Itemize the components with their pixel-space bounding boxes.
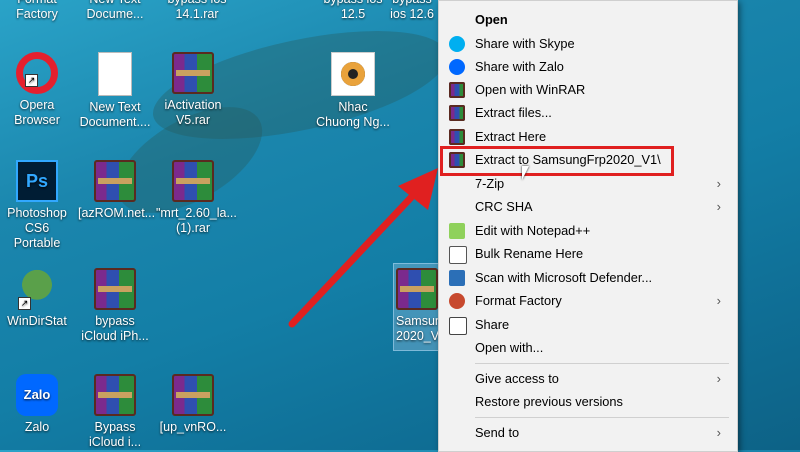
chevron-right-icon: ›: [716, 176, 721, 191]
menu-separator: [475, 417, 729, 418]
menu-item-share-with-skype[interactable]: Share with Skype: [439, 32, 737, 55]
chevron-right-icon: ›: [716, 425, 721, 440]
menu-item-label: CRC SHA: [475, 199, 533, 214]
menu-item-label: Edit with Notepad++: [475, 223, 591, 238]
bulk-rename-icon: [449, 246, 467, 264]
menu-item-label: Share with Zalo: [475, 59, 564, 74]
chevron-right-icon: ›: [716, 371, 721, 386]
menu-item-label: Bulk Rename Here: [475, 246, 584, 261]
menu-item-label: Send to: [475, 425, 520, 440]
menu-item-bulk-rename-here[interactable]: Bulk Rename Here: [439, 242, 737, 265]
menu-item-send-to[interactable]: Send to ›: [439, 421, 737, 444]
menu-item-format-factory[interactable]: Format Factory ›: [439, 289, 737, 312]
chevron-right-icon: ›: [716, 199, 721, 214]
menu-item-open-with-winrar[interactable]: Open with WinRAR: [439, 78, 737, 101]
menu-item-label: Extract Here: [475, 129, 547, 144]
mouse-cursor-icon: [522, 166, 529, 180]
defender-icon: [449, 270, 465, 286]
menu-item-label: Restore previous versions: [475, 394, 623, 409]
menu-item-label: Share with Skype: [475, 36, 575, 51]
menu-item-label: Give access to: [475, 371, 559, 386]
menu-item-label: Scan with Microsoft Defender...: [475, 270, 653, 285]
winrar-icon: [449, 105, 465, 121]
share-icon: [449, 317, 467, 335]
menu-item-share-with-zalo[interactable]: Share with Zalo: [439, 55, 737, 78]
menu-item-extract-files[interactable]: Extract files...: [439, 101, 737, 124]
menu-item-edit-with-notepadpp[interactable]: Edit with Notepad++: [439, 219, 737, 242]
annotation-arrow-shaft: [288, 184, 424, 328]
menu-item-crc-sha[interactable]: CRC SHA ›: [439, 195, 737, 218]
menu-item-give-access-to[interactable]: Give access to ›: [439, 367, 737, 390]
menu-item-share[interactable]: Share: [439, 313, 737, 336]
winrar-icon: [449, 129, 465, 145]
menu-item-label: Open: [475, 12, 508, 27]
highlight-box: [440, 146, 674, 176]
menu-item-scan-with-defender[interactable]: Scan with Microsoft Defender...: [439, 266, 737, 289]
menu-separator: [475, 363, 729, 364]
menu-item-open-with[interactable]: Open with...: [439, 336, 737, 359]
menu-item-label: Share: [475, 317, 510, 332]
menu-item-restore-previous-versions[interactable]: Restore previous versions: [439, 390, 737, 413]
menu-item-label: Format Factory: [475, 293, 562, 308]
zalo-icon: [449, 59, 465, 75]
menu-item-label: Open with...: [475, 340, 544, 355]
chevron-right-icon: ›: [716, 293, 721, 308]
notepadpp-icon: [449, 223, 465, 239]
menu-item-extract-here[interactable]: Extract Here: [439, 125, 737, 148]
menu-item-label: Extract files...: [475, 105, 552, 120]
format-factory-icon: [449, 293, 465, 309]
menu-item-open[interactable]: Open: [439, 8, 737, 31]
menu-item-label: Open with WinRAR: [475, 82, 586, 97]
context-menu: Open Share with Skype Share with Zalo Op…: [438, 0, 738, 452]
skype-icon: [449, 36, 465, 52]
winrar-icon: [449, 82, 465, 98]
